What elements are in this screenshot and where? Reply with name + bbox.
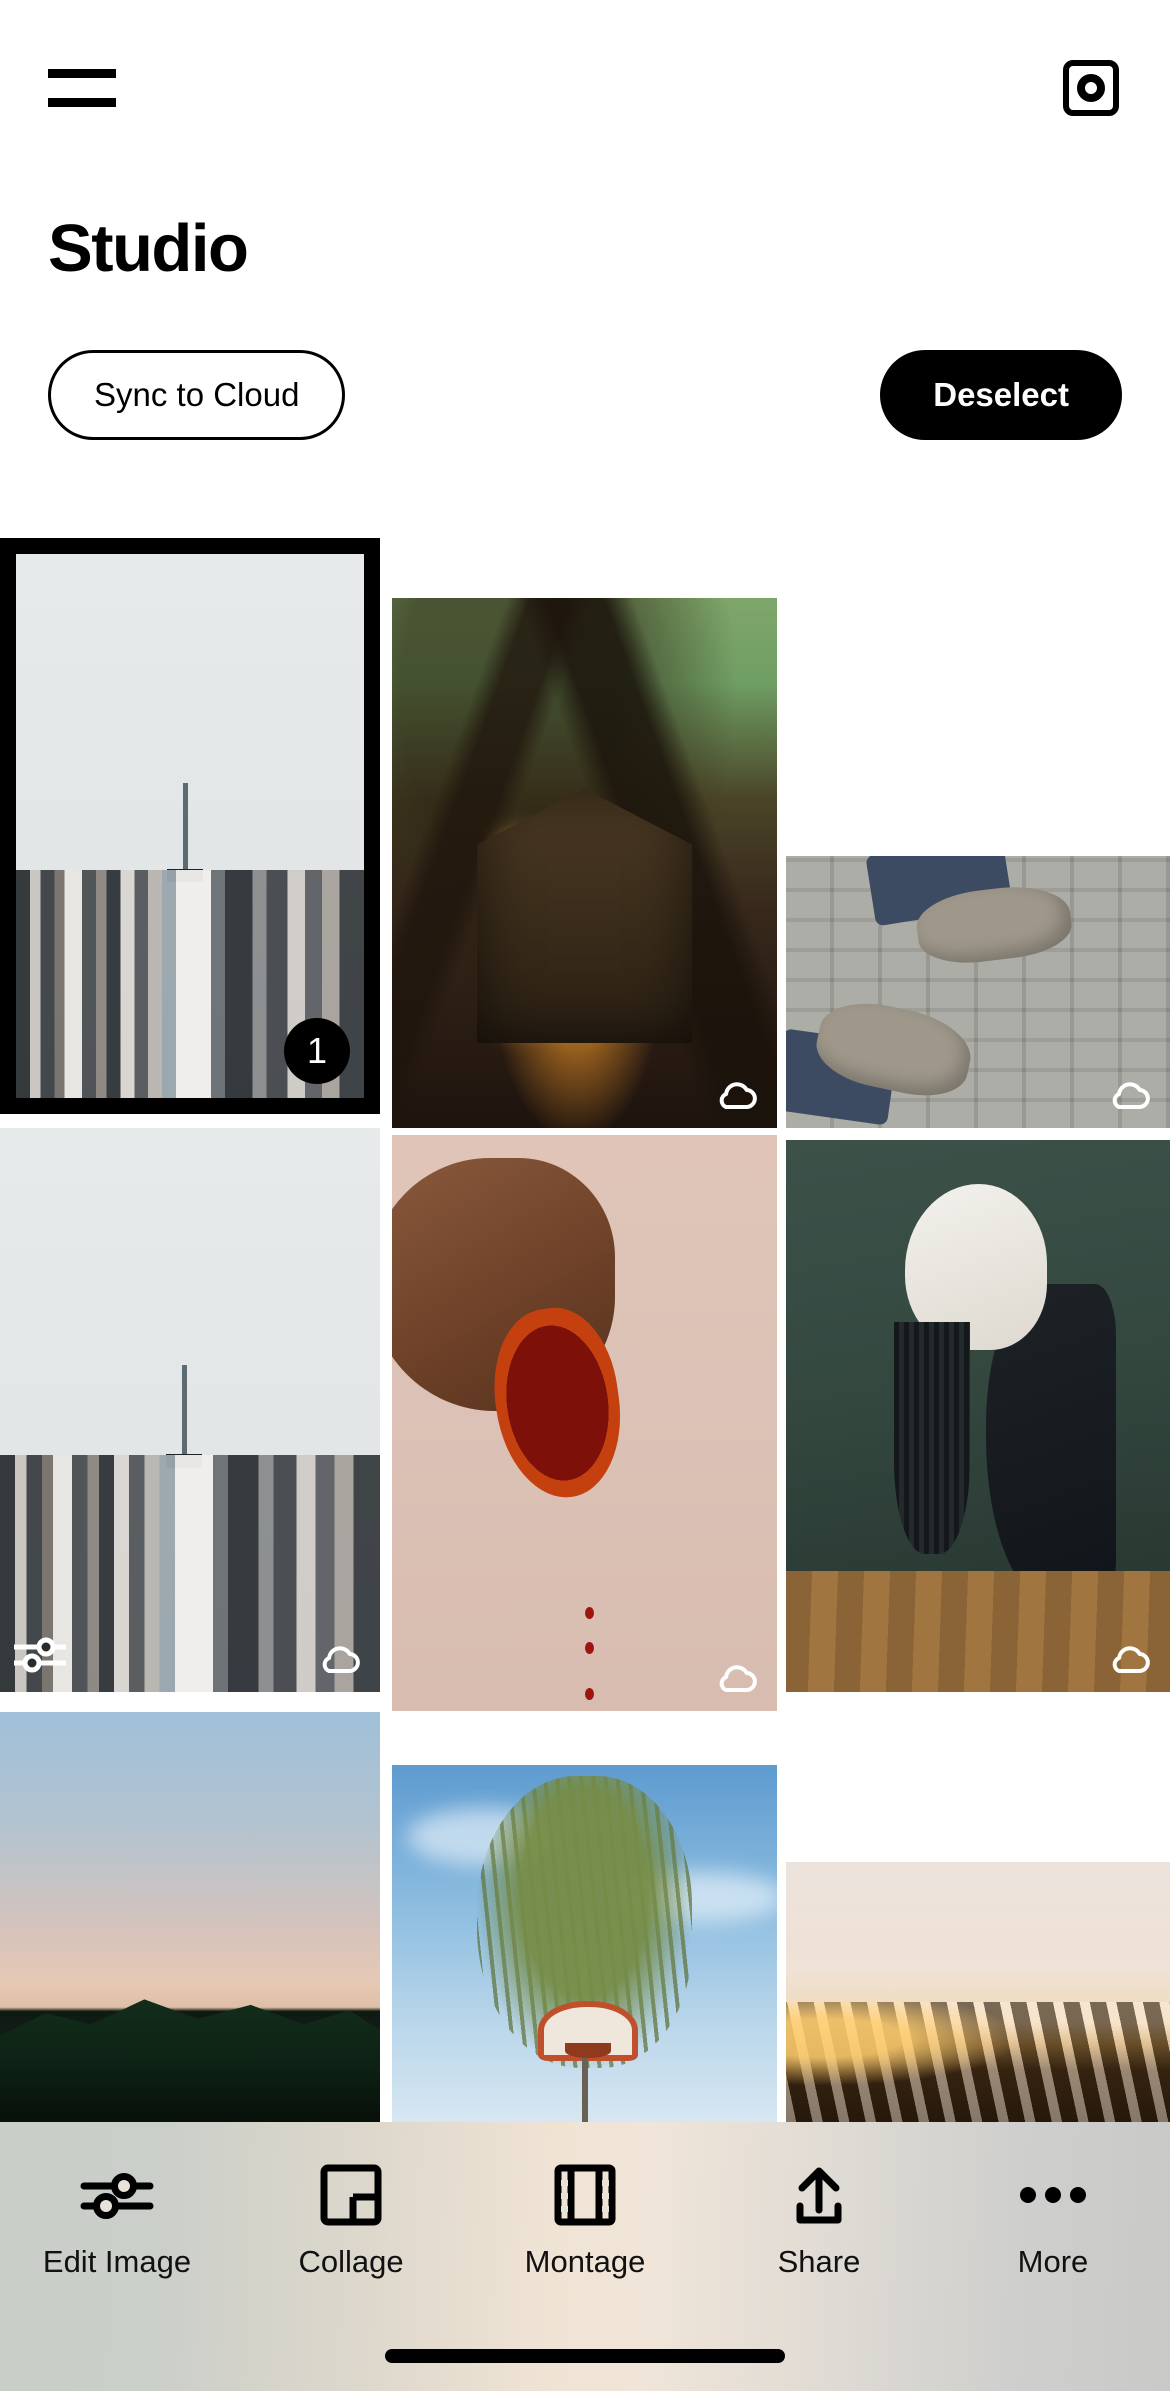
hoop-rim: [565, 2043, 612, 2058]
photo-thumbnail: [0, 1128, 380, 1692]
toolbar-items: Edit Image Collage Montage Share More: [0, 2122, 1170, 2322]
toolbar-montage[interactable]: Montage: [468, 2164, 702, 2280]
skyline-spire: [167, 782, 204, 883]
photo-thumbnail: [392, 598, 777, 1128]
photo-shoes-cobblestone[interactable]: [786, 856, 1170, 1128]
juice-drop: [584, 1607, 594, 1620]
photo-thumbnail: [786, 1862, 1170, 2122]
photo-city-skyline-selected[interactable]: 1: [0, 538, 380, 1114]
braided-hair: [893, 1322, 971, 1554]
collage-icon: [320, 2164, 382, 2226]
cloud-icon: [1106, 1078, 1152, 1112]
toolbar-collage[interactable]: Collage: [234, 2164, 468, 2280]
juice-drop: [584, 1641, 594, 1654]
photo-grid: 1: [0, 0, 1170, 2391]
toolbar-edit-image[interactable]: Edit Image: [0, 2164, 234, 2280]
toolbar-label: Edit Image: [42, 2244, 192, 2279]
photo-city-skyline-edited[interactable]: [0, 1128, 380, 1692]
photo-thumbnail: [786, 1140, 1170, 1692]
toolbar-share[interactable]: Share: [702, 2164, 936, 2280]
film-strip-icon: [554, 2164, 616, 2226]
toolbar-label: Collage: [298, 2244, 404, 2279]
home-indicator: [385, 2349, 785, 2363]
sliders-icon: [12, 1632, 68, 1676]
share-upload-icon: [788, 2164, 850, 2226]
photo-dancer-flowers[interactable]: [786, 1140, 1170, 1692]
toolbar-label: Montage: [524, 2244, 646, 2279]
photo-thumbnail: [392, 1135, 777, 1711]
toolbar-label: Share: [777, 2244, 861, 2279]
ellipsis-icon: [1018, 2164, 1088, 2226]
cloud-icon: [713, 1078, 759, 1112]
photo-basketball-hoop-tree[interactable]: [392, 1765, 777, 2122]
sliders-icon: [80, 2164, 154, 2226]
photo-thumbnail: [392, 1765, 777, 2122]
photo-mountain-dusk[interactable]: [0, 1712, 380, 2122]
window-light: [592, 841, 620, 895]
photo-thumbnail: [16, 554, 364, 1098]
cloud-icon: [316, 1642, 362, 1676]
window-light: [549, 841, 577, 895]
toolbar-more[interactable]: More: [936, 2164, 1170, 2280]
photo-green-house-night[interactable]: [392, 598, 777, 1128]
photo-hand-blood-orange[interactable]: [392, 1135, 777, 1711]
cloud-icon: [1106, 1642, 1152, 1676]
selection-order-badge: 1: [284, 1018, 350, 1084]
skyline-spire: [166, 1364, 203, 1468]
window-light: [507, 841, 535, 895]
bottom-toolbar: Edit Image Collage Montage Share More: [0, 2122, 1170, 2391]
juice-drop: [584, 1687, 594, 1700]
photo-golden-waves[interactable]: [786, 1862, 1170, 2122]
toolbar-label: More: [1017, 2244, 1089, 2279]
hoop-pole: [581, 2057, 589, 2122]
window-light: [507, 953, 593, 1022]
photo-thumbnail: [0, 1712, 380, 2122]
cloud-icon: [713, 1661, 759, 1695]
